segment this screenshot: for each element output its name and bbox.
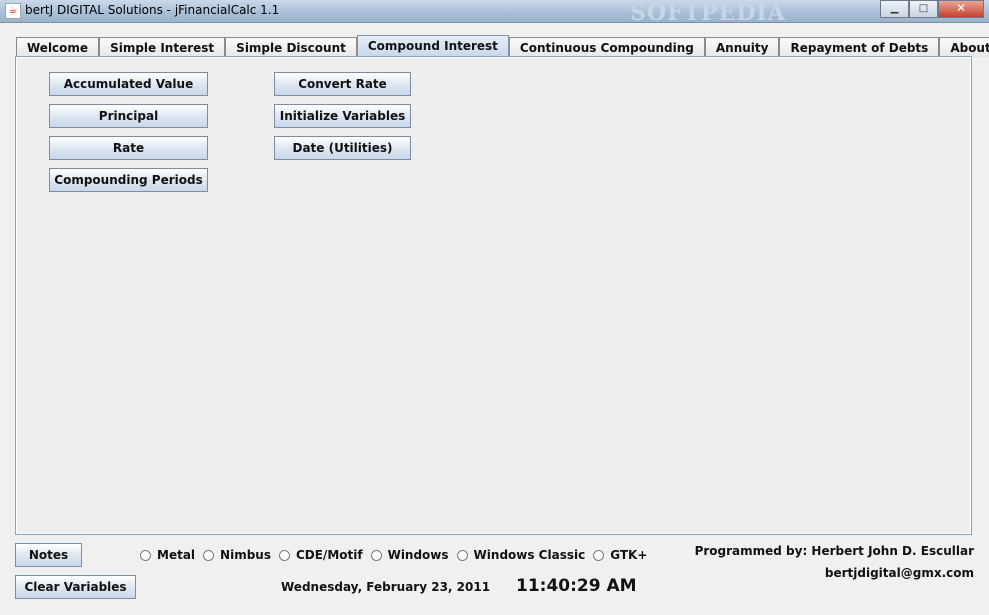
compounding-periods-button[interactable]: Compounding Periods: [49, 168, 208, 192]
clear-variables-button[interactable]: Clear Variables: [15, 575, 136, 599]
rate-button[interactable]: Rate: [49, 136, 208, 160]
title-bar: ☕ bertJ DIGITAL Solutions - jFinancialCa…: [0, 0, 989, 26]
theme-cde-motif[interactable]: CDE/Motif: [278, 548, 363, 562]
close-button[interactable]: ✕: [938, 0, 984, 18]
initialize-variables-button[interactable]: Initialize Variables: [274, 104, 411, 128]
theme-label: Nimbus: [220, 548, 271, 562]
radio-circle[interactable]: [456, 549, 468, 561]
theme-nimbus[interactable]: Nimbus: [203, 548, 271, 562]
convert-rate-button[interactable]: Convert Rate: [274, 72, 411, 96]
minimize-button[interactable]: ▁: [880, 0, 909, 18]
tab-simple-interest[interactable]: Simple Interest: [99, 37, 226, 57]
date-utilities-button[interactable]: Date (Utilities): [274, 136, 411, 160]
principal-button[interactable]: Principal: [49, 104, 208, 128]
tab-bar: Welcome Simple Interest Simple Discount …: [16, 35, 989, 57]
theme-windows[interactable]: Windows: [370, 548, 449, 562]
tab-continuous-compounding[interactable]: Continuous Compounding: [508, 37, 705, 57]
notes-button[interactable]: Notes: [15, 543, 82, 567]
watermark: SOFTPEDIA: [630, 0, 786, 26]
radio-circle[interactable]: [278, 549, 290, 561]
tab-compound-interest[interactable]: Compound Interest: [356, 35, 509, 57]
tab-simple-discount[interactable]: Simple Discount: [225, 37, 357, 57]
window-title: bertJ DIGITAL Solutions - jFinancialCalc…: [25, 3, 280, 17]
theme-gtk[interactable]: GTK+: [593, 548, 647, 562]
theme-metal[interactable]: Metal: [140, 548, 195, 562]
tab-about[interactable]: About: [939, 37, 989, 57]
radio-circle[interactable]: [593, 549, 605, 561]
radio-circle[interactable]: [203, 549, 215, 561]
email-label: bertjdigital@gmx.com: [824, 566, 974, 580]
tab-welcome[interactable]: Welcome: [16, 37, 100, 57]
tab-repayment-of-debts[interactable]: Repayment of Debts: [779, 37, 940, 57]
theme-label: Metal: [157, 548, 196, 562]
tab-annuity[interactable]: Annuity: [704, 37, 780, 57]
radio-circle[interactable]: [370, 549, 382, 561]
clock-label: 11:40:29 AM: [516, 576, 637, 596]
theme-windows-classic[interactable]: Windows Classic: [456, 548, 586, 562]
theme-label: Windows: [387, 548, 449, 562]
programmer-label: Programmed by: Herbert John D. Escullar: [694, 544, 974, 558]
accumulated-value-button[interactable]: Accumulated Value: [49, 72, 208, 96]
date-label: Wednesday, February 23, 2011: [281, 580, 491, 594]
maximize-button[interactable]: □: [909, 0, 938, 18]
theme-label: Windows Classic: [473, 548, 586, 562]
radio-circle[interactable]: [140, 549, 151, 561]
java-app-icon: ☕: [5, 3, 21, 19]
theme-label: GTK+: [610, 548, 648, 562]
theme-label: CDE/Motif: [295, 548, 363, 562]
theme-radio-group: Metal Nimbus CDE/Motif Windows Windows C…: [140, 548, 655, 562]
window-controls: ▁ □ ✕: [880, 0, 984, 18]
